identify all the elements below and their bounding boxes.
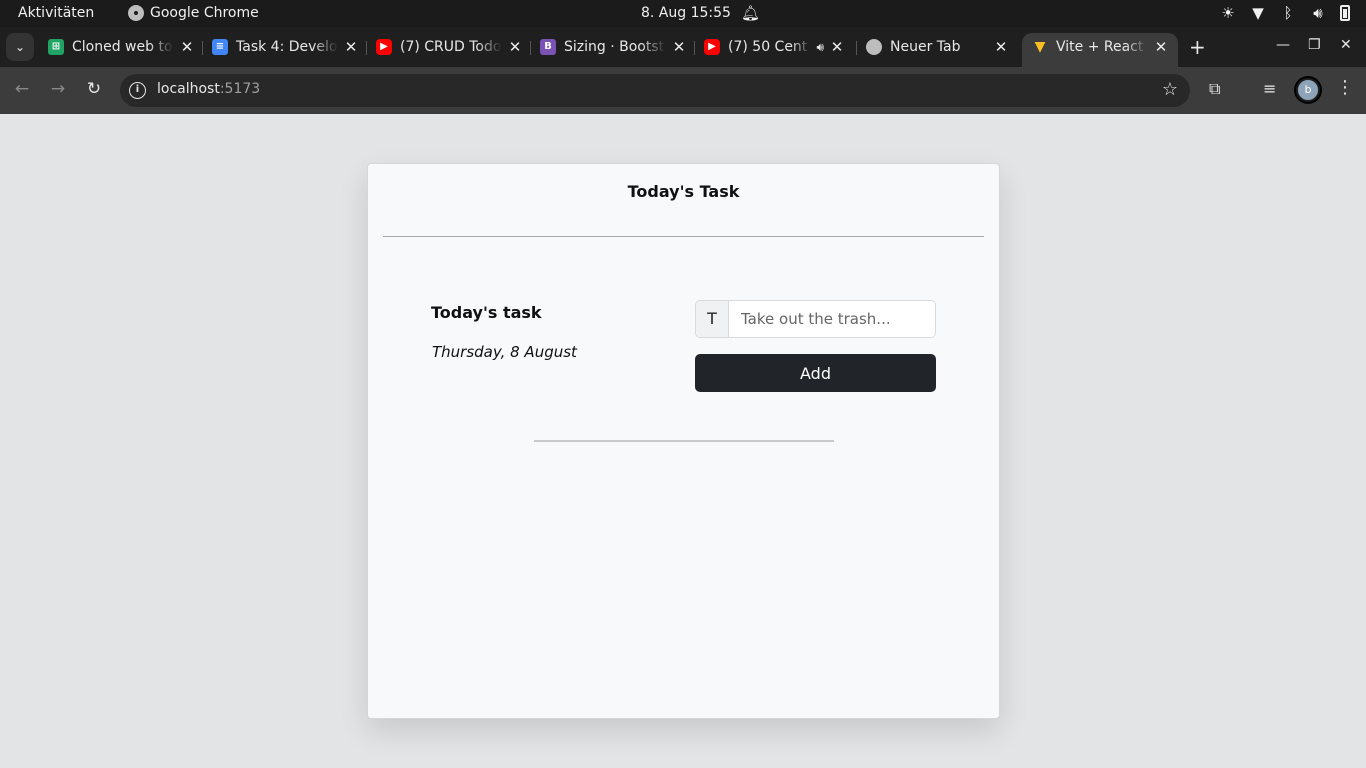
close-icon[interactable]: ✕ (506, 38, 524, 56)
clock[interactable]: 8. Aug 15:55 (641, 5, 731, 21)
tab-title: (7) 50 Cent (728, 39, 808, 55)
youtube-icon: ▶ (376, 39, 392, 55)
url-host: localhost (157, 81, 220, 97)
chrome-icon (866, 39, 882, 55)
task-date: Thursday, 8 August (432, 343, 577, 361)
notification-bell-icon: 🔔︎ (741, 4, 761, 22)
chrome-menu-icon[interactable]: ⋮ (1336, 77, 1354, 98)
url-text: localhost:5173 (157, 81, 260, 97)
tab-crud-todo[interactable]: ▶ (7) CRUD Todo ✕ (376, 33, 524, 61)
browser-toolbar: ← → ↻ i localhost:5173 ☆ ⧉ ≡ b ⋮ (0, 67, 1366, 114)
tab-separator (366, 41, 367, 55)
close-icon[interactable]: ✕ (828, 38, 846, 56)
volume-icon: 🔊︎ (1313, 4, 1323, 22)
bookmark-star-icon[interactable]: ☆ (1162, 79, 1178, 100)
sheets-icon: ⊞ (48, 39, 64, 55)
activities-button[interactable]: Aktivitäten (18, 5, 94, 21)
avatar[interactable]: b (1296, 78, 1320, 102)
tab-cloned-web[interactable]: ⊞ Cloned web to ✕ (48, 33, 196, 61)
chrome-icon (128, 5, 144, 21)
task-input-group: T (695, 300, 936, 338)
media-controls-icon[interactable]: ≡ (1263, 79, 1276, 98)
youtube-icon: ▶ (704, 39, 720, 55)
tab-50-cent[interactable]: ▶ (7) 50 Cent 🔊︎ ✕ (704, 33, 846, 61)
page-title: Today's Task (627, 182, 740, 201)
tab-title: Neuer Tab (890, 39, 961, 55)
close-icon[interactable]: ✕ (1152, 38, 1170, 56)
tab-strip: ⌄ ⊞ Cloned web to ✕ ≡ Task 4: Develo ✕ ▶… (0, 27, 1366, 67)
close-window-button[interactable]: ✕ (1340, 37, 1352, 53)
docs-icon: ≡ (212, 39, 228, 55)
minimize-button[interactable]: — (1276, 37, 1290, 53)
url-port: :5173 (219, 81, 261, 97)
list-divider (534, 440, 834, 442)
battery-icon (1340, 5, 1350, 21)
app-name: Google Chrome (150, 5, 259, 21)
tab-sizing-bootstrap[interactable]: B Sizing · Bootst ✕ (540, 33, 688, 61)
tab-search-button[interactable]: ⌄ (6, 33, 34, 61)
task-heading: Today's task (431, 303, 542, 322)
extensions-icon[interactable]: ⧉ (1209, 79, 1220, 99)
address-bar[interactable]: i localhost:5173 ☆ (120, 74, 1190, 107)
app-menu[interactable]: Google Chrome (128, 5, 259, 21)
site-info-icon[interactable]: i (129, 82, 146, 99)
task-input[interactable] (729, 301, 935, 337)
new-tab-button[interactable]: + (1189, 37, 1206, 57)
tab-title: (7) CRUD Todo (400, 39, 502, 55)
add-button[interactable]: Add (695, 354, 936, 392)
forward-button[interactable]: → (48, 79, 68, 99)
speaker-icon[interactable]: 🔊︎ (816, 40, 824, 55)
tab-separator (530, 41, 531, 55)
tab-task-4[interactable]: ≡ Task 4: Develo ✕ (212, 33, 360, 61)
vite-icon: ▼ (1034, 39, 1046, 55)
input-prefix-label: T (696, 301, 729, 337)
brightness-icon: ☀︎ (1221, 4, 1235, 22)
tab-separator (856, 41, 857, 55)
tab-separator (694, 41, 695, 55)
todo-card: Today's Task Today's task Thursday, 8 Au… (367, 163, 1000, 719)
header-divider (383, 236, 984, 237)
tab-vite-react[interactable]: ▼ Vite + React + ✕ (1022, 33, 1178, 67)
tab-separator (202, 41, 203, 55)
tab-title: Sizing · Bootst (564, 39, 665, 55)
tab-neuer-tab[interactable]: Neuer Tab ✕ (866, 33, 1010, 61)
bluetooth-icon: ᛒ (1283, 4, 1293, 22)
restore-button[interactable]: ❐ (1308, 37, 1321, 53)
reload-button[interactable]: ↻ (84, 79, 104, 99)
close-icon[interactable]: ✕ (670, 38, 688, 56)
bootstrap-icon: B (540, 39, 556, 55)
wifi-icon: ▼ (1252, 4, 1264, 22)
system-tray[interactable]: ☀︎ ▼ ᛒ 🔊︎ (1220, 4, 1350, 22)
close-icon[interactable]: ✕ (992, 38, 1010, 56)
tab-title: Task 4: Develo (236, 39, 338, 55)
system-top-bar: Aktivitäten Google Chrome 8. Aug 15:55 🔔… (0, 0, 1366, 27)
tab-title: Vite + React + (1056, 39, 1148, 55)
back-button[interactable]: ← (12, 79, 32, 99)
close-icon[interactable]: ✕ (178, 38, 196, 56)
tab-title: Cloned web to (72, 39, 173, 55)
close-icon[interactable]: ✕ (342, 38, 360, 56)
